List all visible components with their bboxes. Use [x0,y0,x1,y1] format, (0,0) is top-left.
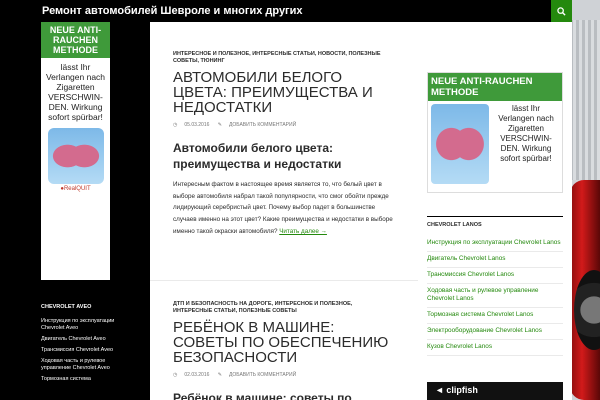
right-item-brakes[interactable]: Тормозная система Chevrolet Lanos [427,308,563,324]
sidebar-menu: Инструкция по эксплуатации Chevrolet Ave… [41,318,115,387]
article-excerpt-text: Интересным фактом в настоящее время явля… [173,181,393,235]
search-button[interactable] [551,0,572,22]
lungs-image [431,104,489,184]
article-divider [150,280,418,281]
search-icon [557,6,566,16]
lungs-image [47,128,104,184]
right-item-electrics[interactable]: Электрооборудование Chevrolet Lanos [427,324,563,340]
read-more-link[interactable]: Читать далее → [279,228,327,235]
site-title-link[interactable]: Ремонт автомобилей Шевроле и многих друг… [42,5,303,17]
widget-divider [427,216,563,217]
clock-icon: ◷ [173,122,178,128]
right-sidebar: NEUE ANTI-RAUCHEN METHODE lässt Ihr Verl… [418,22,572,400]
article-categories[interactable]: Интересное и полезное, Интересные статьи… [173,51,393,65]
left-sidebar: NEUE ANTI-RAUCHEN METHODE lässt Ihr Verl… [0,22,150,400]
add-comment-link[interactable]: Добавить комментарий [229,372,296,378]
article-subtitle: Автомобили белого цвета: преимущества и … [173,141,342,171]
sidebar-item-engine[interactable]: Двигатель Chevrolet Aveo [41,336,115,343]
right-item-engine[interactable]: Двигатель Chevrolet Lanos [427,252,563,268]
add-comment-link[interactable]: Добавить комментарий [229,122,296,128]
article-meta: ◷ 02.03.2016 ✎ Добавить комментарий [173,372,393,378]
ad-brand: ●RealQUIT [60,186,91,192]
main-content: Интересное и полезное, Интересные статьи… [150,22,418,400]
article-title[interactable]: Ребёнок в машине: советы по обеспечению … [173,320,393,365]
right-item-manual[interactable]: Инструкция по эксплуатации Chevrolet Lan… [427,236,563,252]
article-title[interactable]: Автомобили белого цвета: преимущества и … [173,70,393,115]
sidebar-item-brakes[interactable]: Тормозная система [41,376,115,383]
article-meta: ◷ 05.03.2016 ✎ Добавить комментарий [173,122,393,128]
right-item-transmission[interactable]: Трансмиссия Chevrolet Lanos [427,268,563,284]
comment-icon: ✎ [217,122,222,128]
article-date[interactable]: 05.03.2016 [184,122,209,128]
ad-title: NEUE ANTI-RAUCHEN METHODE [41,22,110,58]
site-header: Ремонт автомобилей Шевроле и многих друг… [0,0,572,22]
ad-text: lässt Ihr Verlangen nach Zigaretten VERS… [45,62,106,122]
sidebar-widget-title: Chevrolet Aveo [41,304,92,310]
comment-icon: ✎ [217,372,222,378]
left-advertisement[interactable]: NEUE ANTI-RAUCHEN METHODE lässt Ihr Verl… [41,22,110,280]
article-subtitle: Ребёнок в машине: советы по [173,391,352,400]
article-categories[interactable]: ДТП и безопасность на дороге, Интересное… [173,301,393,315]
article-date[interactable]: 02.03.2016 [184,372,209,378]
clipfish-ad[interactable]: ◄ clipfish [427,382,563,400]
sidebar-item-transmission[interactable]: Трансмиссия Chevrolet Aveo [41,347,115,354]
background-stripes [570,20,600,180]
right-widget-menu: Инструкция по эксплуатации Chevrolet Lan… [427,236,563,356]
right-widget-title: Chevrolet Lanos [427,222,482,228]
right-advertisement[interactable]: NEUE ANTI-RAUCHEN METHODE lässt Ihr Verl… [427,72,563,193]
ad-title: NEUE ANTI-RAUCHEN METHODE [428,73,562,101]
sidebar-item-chassis[interactable]: Ходовая часть и рулевое управление Chevr… [41,358,115,372]
article-white-cars: Интересное и полезное, Интересные статьи… [173,51,393,238]
right-item-chassis[interactable]: Ходовая часть и рулевое управление Chevr… [427,284,563,308]
sidebar-item-manual[interactable]: Инструкция по эксплуатации Chevrolet Ave… [41,318,115,332]
ad-body: lässt Ihr Verlangen nach Zigaretten VERS… [428,101,562,187]
clock-icon: ◷ [173,372,178,378]
ad-text: lässt Ihr Verlangen nach Zigaretten VERS… [498,104,554,163]
article-child-safety: ДТП и безопасность на дороге, Интересное… [173,301,393,400]
article-excerpt: Интересным фактом в настоящее время явля… [173,179,393,238]
right-item-body[interactable]: Кузов Chevrolet Lanos [427,340,563,356]
